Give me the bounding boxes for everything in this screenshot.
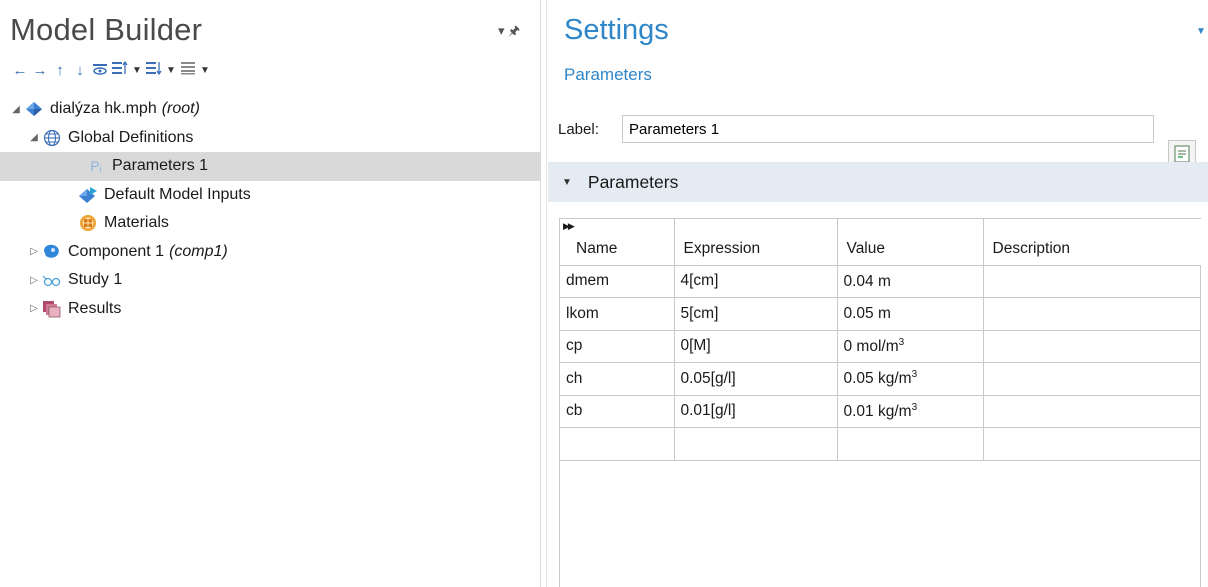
table-header-row: ▶▶ Name Expression Value Description: [560, 219, 1201, 265]
tree-node-component[interactable]: ▷ Component 1 (comp1): [8, 238, 540, 267]
section-collapse-icon[interactable]: ▼: [562, 177, 572, 188]
table-row-empty[interactable]: [560, 427, 1201, 461]
chevron-down-icon[interactable]: ▼: [130, 65, 144, 76]
list-icon[interactable]: [178, 61, 198, 79]
panel-divider[interactable]: [540, 0, 541, 587]
cell-name[interactable]: dmem: [560, 264, 675, 298]
label-row: Label:: [558, 115, 1154, 143]
model-inputs-icon: [78, 185, 98, 205]
cell-description[interactable]: [983, 264, 1201, 298]
panel-menu-chevron-icon[interactable]: ▼: [1196, 26, 1206, 37]
cell-description[interactable]: [983, 427, 1201, 461]
panel-divider-inner: [546, 0, 547, 587]
table-row[interactable]: ch 0.05[g/l] 0.05 kg/m3: [560, 362, 1201, 396]
cell-value: 0.05 kg/m3: [837, 362, 984, 396]
arrow-right-icon[interactable]: →: [30, 62, 50, 79]
column-header-expression[interactable]: Expression: [674, 219, 838, 265]
tree-node-materials[interactable]: Materials: [8, 209, 540, 238]
cell-description[interactable]: [983, 297, 1201, 331]
cell-name[interactable]: cp: [560, 330, 675, 363]
cell-value: 0 mol/m3: [837, 330, 984, 363]
tree-node-study[interactable]: ▷ Study 1: [8, 266, 540, 295]
cell-description[interactable]: [983, 330, 1201, 363]
materials-icon: [78, 213, 98, 233]
expand-all-icon[interactable]: [110, 60, 130, 79]
cell-expression[interactable]: [674, 427, 838, 461]
expand-arrow-icon[interactable]: ▷: [26, 275, 42, 286]
settings-title: Settings: [564, 14, 669, 46]
panel-menu-pin-icon[interactable]: ▾ 🖈: [498, 22, 520, 44]
tree-node-default-model-inputs-label: Default Model Inputs: [104, 185, 251, 203]
cell-expression[interactable]: 0[M]: [674, 330, 838, 363]
chevron-down-icon[interactable]: ▼: [164, 65, 178, 76]
table-row[interactable]: dmem 4[cm] 0.04 m: [560, 264, 1201, 298]
column-header-name[interactable]: ▶▶ Name: [560, 219, 675, 265]
model-builder-panel: Model Builder ▾ 🖈 ← → ↑ ↓ ▼ ▼ ▼ ◢ dialýz…: [0, 0, 540, 587]
tree-node-results[interactable]: ▷ Results: [8, 295, 540, 324]
cell-name[interactable]: [560, 427, 675, 461]
tree-node-study-label: Study 1: [68, 271, 123, 289]
component-icon: [42, 242, 62, 262]
collapse-all-icon[interactable]: [144, 61, 164, 79]
cell-expression[interactable]: 4[cm]: [674, 264, 838, 298]
tree-node-materials-label: Materials: [104, 214, 169, 232]
cell-value: [837, 427, 984, 461]
model-tree: ◢ dialýza hk.mph (root) ◢ Global Definit…: [0, 95, 540, 324]
parameters-table: ▶▶ Name Expression Value Description dme…: [559, 218, 1201, 587]
parameters-section-title: Parameters: [587, 171, 679, 192]
tree-node-results-label: Results: [68, 299, 122, 317]
expand-arrow-icon[interactable]: ▷: [26, 246, 42, 257]
label-caption: Label:: [558, 120, 599, 138]
settings-panel: Settings ▼ Parameters Label: ▼ Parameter…: [548, 0, 1208, 587]
model-file-icon: [24, 99, 44, 119]
cell-expression[interactable]: 5[cm]: [674, 297, 838, 331]
table-row[interactable]: cp 0[M] 0 mol/m3: [560, 330, 1201, 363]
tree-node-component-tag: (comp1): [169, 242, 228, 260]
tree-node-parameters-label: Parameters 1: [112, 157, 209, 175]
arrow-left-icon[interactable]: ←: [10, 62, 30, 79]
cell-name[interactable]: ch: [560, 362, 675, 396]
collapse-arrow-icon[interactable]: ◢: [26, 132, 42, 143]
cell-description[interactable]: [983, 362, 1201, 396]
parameters-icon: Pi: [90, 158, 102, 175]
model-builder-toolbar: ← → ↑ ↓ ▼ ▼ ▼: [10, 60, 212, 80]
cell-name[interactable]: cb: [560, 395, 675, 428]
comment-icon: [1174, 145, 1190, 163]
cell-expression[interactable]: 0.01[g/l]: [674, 395, 838, 428]
results-icon: [42, 299, 62, 319]
tree-node-global-definitions[interactable]: ◢ Global Definitions: [8, 124, 540, 153]
tree-node-root-label: dialýza hk.mph: [50, 100, 157, 118]
cell-description[interactable]: [983, 395, 1201, 428]
arrow-up-icon[interactable]: ↑: [50, 62, 70, 79]
expand-arrow-icon[interactable]: ▷: [26, 303, 42, 314]
cell-expression[interactable]: 0.05[g/l]: [674, 362, 838, 396]
tree-node-parameters[interactable]: Pi Parameters 1: [0, 152, 540, 181]
tree-node-root-tag: (root): [161, 100, 200, 118]
tree-node-root[interactable]: ◢ dialýza hk.mph (root): [8, 95, 540, 124]
eye-icon[interactable]: [90, 62, 110, 79]
cell-value: 0.01 kg/m3: [837, 395, 984, 428]
cell-value: 0.05 m: [837, 297, 984, 331]
cell-name[interactable]: lkom: [560, 297, 675, 331]
table-row[interactable]: cb 0.01[g/l] 0.01 kg/m3: [560, 395, 1201, 428]
tree-node-component-label: Component 1: [68, 242, 165, 260]
settings-subtitle: Parameters: [564, 65, 652, 84]
tree-node-default-model-inputs[interactable]: Default Model Inputs: [8, 181, 540, 210]
column-header-value[interactable]: Value: [837, 219, 984, 265]
collapse-arrow-icon[interactable]: ◢: [8, 104, 24, 115]
column-header-description[interactable]: Description: [983, 219, 1201, 265]
cell-value: 0.04 m: [837, 264, 984, 298]
chevron-down-icon[interactable]: ▼: [198, 65, 212, 76]
model-builder-title: Model Builder: [10, 12, 203, 47]
tree-node-global-definitions-label: Global Definitions: [68, 128, 194, 146]
globe-icon: [42, 128, 62, 148]
arrow-down-icon[interactable]: ↓: [70, 62, 90, 79]
parameters-section-header[interactable]: ▼ Parameters: [548, 162, 1208, 202]
study-icon: [42, 270, 62, 290]
fast-forward-icon[interactable]: ▶▶: [563, 221, 575, 232]
label-input[interactable]: [622, 115, 1154, 143]
table-row[interactable]: lkom 5[cm] 0.05 m: [560, 297, 1201, 331]
